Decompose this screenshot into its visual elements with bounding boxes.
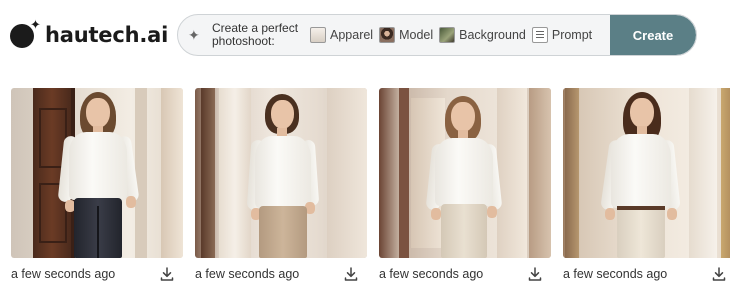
brand-logo[interactable]: ✦ hautech.ai xyxy=(10,18,169,50)
background-thumbnail-icon xyxy=(439,27,456,43)
logo-icon: ✦ xyxy=(10,18,41,50)
card-footer: a few seconds ago xyxy=(11,266,183,282)
prompt-chip-label: Prompt xyxy=(551,28,593,42)
gallery-card[interactable]: a few seconds ago xyxy=(195,88,367,281)
generated-photo[interactable] xyxy=(195,88,367,258)
card-footer: a few seconds ago xyxy=(563,266,730,282)
gallery-card[interactable]: a few seconds ago xyxy=(563,88,730,281)
model-chip-label: Model xyxy=(399,28,434,42)
gallery-card[interactable]: a few seconds ago xyxy=(11,88,183,281)
card-footer: a few seconds ago xyxy=(195,266,367,282)
prompt-icon xyxy=(531,27,548,43)
apparel-chip[interactable]: Apparel xyxy=(310,27,373,43)
prompt-label: Create a perfect photoshoot: xyxy=(212,21,299,48)
sparkle-icon: ✦ xyxy=(188,27,200,43)
create-button[interactable]: Create xyxy=(610,15,696,55)
brand-name: hautech.ai xyxy=(45,23,169,47)
apparel-chip-label: Apparel xyxy=(330,28,374,42)
prompt-chip[interactable]: Prompt xyxy=(531,27,593,43)
timestamp: a few seconds ago xyxy=(379,267,484,281)
gallery-card[interactable]: a few seconds ago xyxy=(379,88,551,281)
background-chip[interactable]: Background xyxy=(439,27,526,43)
photo-gallery: a few seconds ago a few seconds ago a fe… xyxy=(11,88,730,288)
model-thumbnail-icon xyxy=(379,27,396,43)
prompt-bar: ✦ Create a perfect photoshoot: Apparel M… xyxy=(177,14,697,56)
download-icon[interactable] xyxy=(343,266,359,282)
timestamp: a few seconds ago xyxy=(563,267,668,281)
download-icon[interactable] xyxy=(711,266,727,282)
timestamp: a few seconds ago xyxy=(11,267,116,281)
generated-photo[interactable] xyxy=(11,88,183,258)
download-icon[interactable] xyxy=(527,266,543,282)
timestamp: a few seconds ago xyxy=(195,267,300,281)
model-chip[interactable]: Model xyxy=(379,27,433,43)
generated-photo[interactable] xyxy=(563,88,730,258)
generated-photo[interactable] xyxy=(379,88,551,258)
background-chip-label: Background xyxy=(459,28,526,42)
apparel-thumbnail-icon xyxy=(310,27,326,43)
card-footer: a few seconds ago xyxy=(379,266,551,282)
download-icon[interactable] xyxy=(159,266,175,282)
